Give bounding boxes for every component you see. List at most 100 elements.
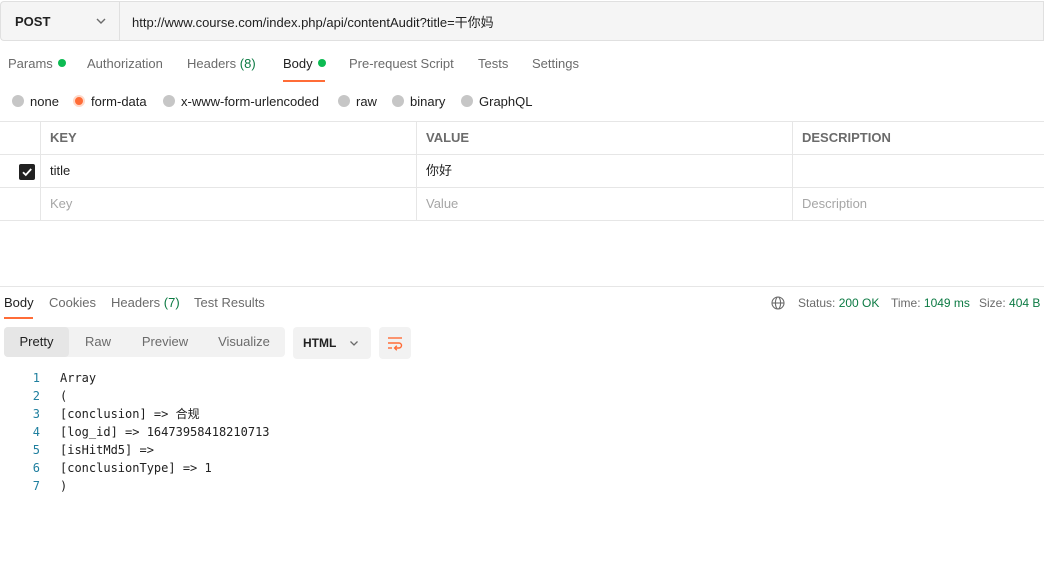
- code-line: 1 Array: [0, 369, 1044, 387]
- radio-raw-label: raw: [356, 93, 377, 109]
- line-text: ): [60, 479, 68, 493]
- tab-body-label: Body: [283, 56, 313, 71]
- active-tab-underline: [283, 80, 325, 82]
- view-raw-button[interactable]: Raw: [70, 327, 126, 357]
- code-line: 3 [conclusion] => 合规: [0, 405, 1044, 423]
- table-row: title 你好: [0, 155, 1044, 188]
- tab-pre-request-script[interactable]: Pre-request Script: [349, 54, 454, 82]
- chevron-down-icon: [96, 18, 106, 24]
- response-tabs: Body Cookies Headers (7) Test Results St…: [0, 294, 1044, 320]
- radio-raw[interactable]: raw: [338, 90, 377, 112]
- header-key: KEY: [40, 122, 417, 154]
- radio-circle-icon: [461, 95, 473, 107]
- view-preview-button[interactable]: Preview: [128, 327, 202, 357]
- url-input[interactable]: http://www.course.com/index.php/api/cont…: [119, 1, 1044, 41]
- wrap-lines-icon: [388, 337, 403, 351]
- description-cell[interactable]: [792, 155, 1044, 187]
- radio-none[interactable]: none: [12, 90, 59, 112]
- format-select[interactable]: HTML: [293, 327, 371, 359]
- line-text: [conclusionType] => 1: [60, 461, 212, 475]
- checkbox-checked-icon[interactable]: [19, 164, 35, 180]
- line-text: [isHitMd5] =>: [60, 443, 154, 457]
- tab-headers[interactable]: Headers (8): [187, 54, 256, 82]
- line-number: 7: [32, 479, 40, 493]
- tab-pre-request-script-label: Pre-request Script: [349, 56, 454, 71]
- description-placeholder-input[interactable]: Description: [792, 188, 1044, 220]
- time-readout: Time: 1049 ms: [891, 294, 970, 312]
- radio-binary[interactable]: binary: [392, 90, 445, 112]
- response-tab-cookies-label: Cookies: [49, 295, 96, 310]
- code-line: 7): [0, 477, 1044, 495]
- header-description: DESCRIPTION: [792, 122, 1044, 154]
- globe-icon[interactable]: [771, 296, 785, 310]
- response-tab-cookies[interactable]: Cookies: [49, 294, 96, 319]
- status-label: Status:: [798, 296, 836, 310]
- placeholder-check-cell: [0, 188, 41, 220]
- header-check-cell: [0, 122, 41, 154]
- table-row-placeholder: Key Value Description: [0, 188, 1044, 221]
- value-placeholder-input[interactable]: Value: [416, 188, 793, 220]
- tab-body[interactable]: Body: [283, 54, 326, 82]
- radio-circle-icon: [338, 95, 350, 107]
- line-text: [log_id] => 16473958418210713: [60, 425, 270, 439]
- radio-circle-icon: [12, 95, 24, 107]
- value-cell[interactable]: 你好: [416, 155, 793, 187]
- tab-settings[interactable]: Settings: [532, 54, 579, 82]
- code-line: 5 [isHitMd5] =>: [0, 441, 1044, 459]
- line-number: 1: [32, 371, 40, 385]
- url-bar: POST http://www.course.com/index.php/api…: [0, 0, 1044, 41]
- method-select[interactable]: POST: [0, 1, 119, 41]
- radio-graphql[interactable]: GraphQL: [461, 90, 532, 112]
- tab-params[interactable]: Params: [8, 54, 66, 82]
- status-value: 200 OK: [838, 296, 880, 310]
- header-value: VALUE: [416, 122, 793, 154]
- line-number: 6: [32, 461, 40, 475]
- response-tab-headers[interactable]: Headers (7): [111, 294, 180, 319]
- radio-binary-label: binary: [410, 93, 446, 109]
- tab-headers-label: Headers: [187, 56, 237, 71]
- table-header-row: KEY VALUE DESCRIPTION: [0, 122, 1044, 155]
- wrap-lines-button[interactable]: [379, 327, 411, 359]
- tab-settings-label: Settings: [532, 56, 579, 71]
- tab-tests-label: Tests: [478, 56, 509, 71]
- tab-tests[interactable]: Tests: [478, 54, 508, 82]
- response-tab-headers-label: Headers: [111, 295, 161, 310]
- key-cell[interactable]: title: [40, 155, 417, 187]
- code-line: 6 [conclusionType] => 1: [0, 459, 1044, 477]
- key-placeholder-input[interactable]: Key: [40, 188, 417, 220]
- line-number: 2: [32, 389, 40, 403]
- radio-x-www-form-urlencoded[interactable]: x-www-form-urlencoded: [163, 90, 319, 112]
- size-readout: Size: 404 B: [979, 294, 1040, 312]
- response-body-code[interactable]: 1 Array 2 ( 3 [conclusion] => 合规 4 [log_id] …: [0, 369, 1044, 495]
- tab-authorization[interactable]: Authorization: [87, 54, 163, 82]
- response-tab-body[interactable]: Body: [4, 294, 34, 319]
- time-value: 1049 ms: [923, 296, 970, 310]
- method-label: POST: [15, 13, 51, 29]
- radio-circle-icon: [392, 95, 404, 107]
- view-pretty-button[interactable]: Pretty: [4, 327, 69, 357]
- format-label: HTML: [303, 336, 337, 350]
- form-data-table: KEY VALUE DESCRIPTION title 你好 Key Value…: [0, 121, 1044, 221]
- radio-selected-icon: [73, 95, 85, 107]
- view-visualize-button[interactable]: Visualize: [204, 327, 284, 357]
- radio-graphql-label: GraphQL: [479, 93, 533, 109]
- body-active-dot: [317, 59, 326, 67]
- size-label: Size:: [979, 296, 1006, 310]
- response-tab-test-results[interactable]: Test Results: [194, 294, 265, 319]
- chevron-down-icon: [350, 341, 358, 346]
- row-check-cell: [0, 155, 41, 187]
- line-text: (: [60, 389, 68, 403]
- radio-urlencoded-label: x-www-form-urlencoded: [181, 93, 319, 109]
- line-number: 4: [32, 425, 40, 439]
- response-tab-headers-count: (7): [163, 295, 180, 310]
- line-number: 5: [32, 443, 40, 457]
- status-readout: Status: 200 OK: [798, 294, 879, 312]
- view-mode-toggle: Pretty Raw Preview Visualize: [4, 327, 285, 357]
- response-active-underline: [4, 317, 33, 319]
- code-line: 4 [log_id] => 16473958418210713: [0, 423, 1044, 441]
- pane-divider[interactable]: [0, 286, 1044, 287]
- tab-params-label: Params: [8, 56, 53, 71]
- time-label: Time:: [891, 296, 921, 310]
- radio-form-data-label: form-data: [91, 93, 147, 109]
- radio-form-data[interactable]: form-data: [73, 90, 147, 112]
